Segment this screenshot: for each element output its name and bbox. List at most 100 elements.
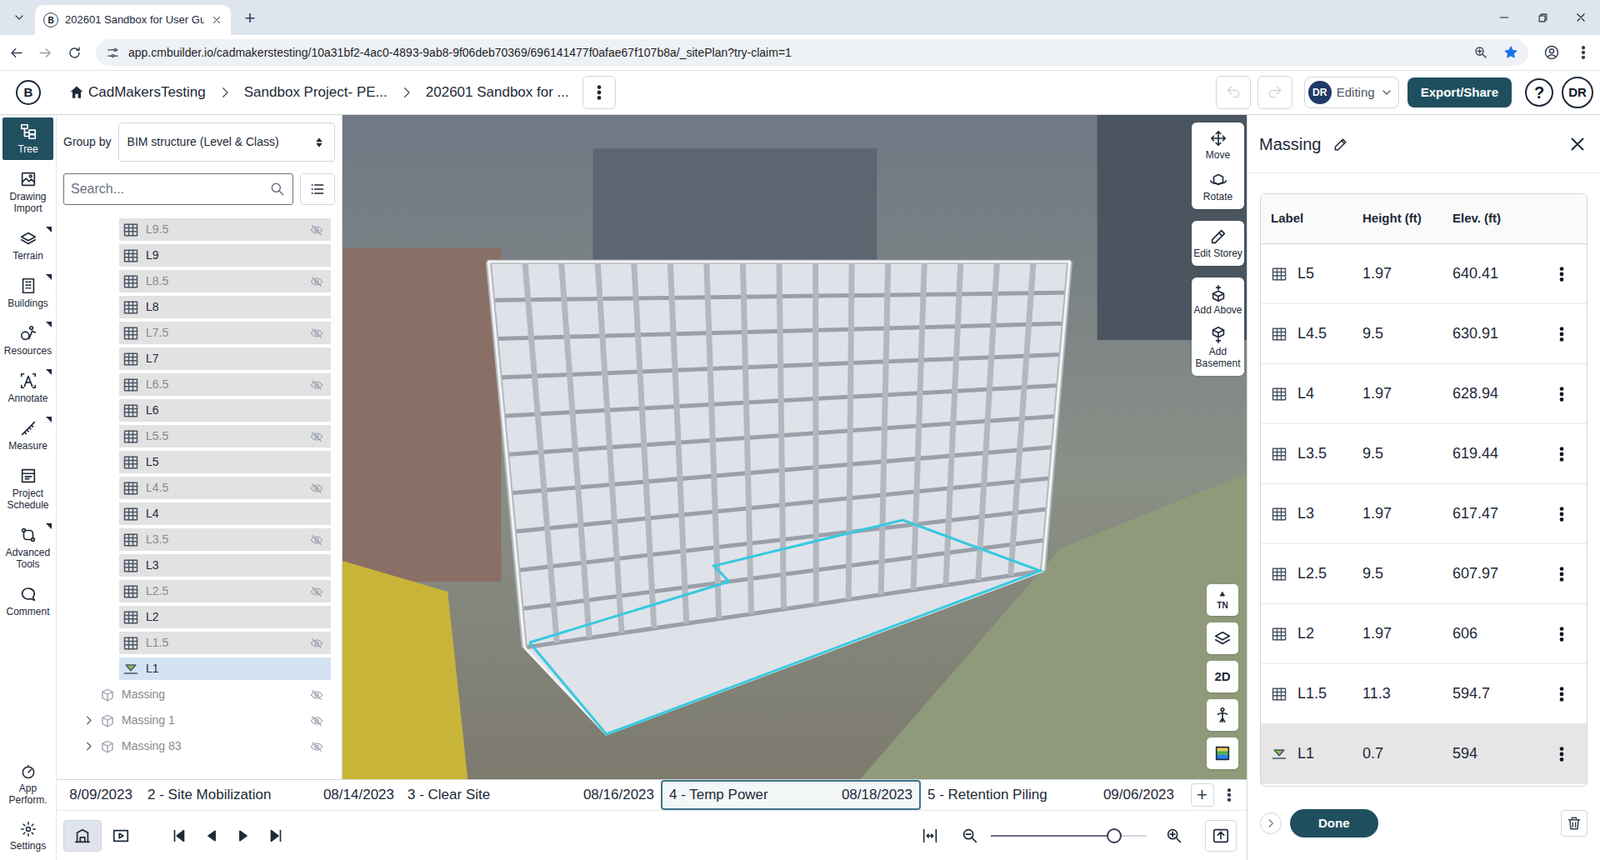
visibility-toggle[interactable] [309,429,325,445]
rail-item[interactable]: Buildings [2,271,54,315]
visibility-toggle[interactable] [309,584,325,600]
browser-tab[interactable]: B202601 Sandbox for User Guid [35,5,231,35]
visibility-toggle[interactable] [309,222,325,238]
tool-button[interactable]: Add Above [1191,279,1245,321]
rail-item[interactable]: Drawing Import [2,165,54,220]
table-row[interactable]: L21.97606 [1260,604,1587,665]
tab-list-button[interactable] [6,5,32,30]
rail-item[interactable]: Comment [2,580,54,623]
project-menu-button[interactable] [582,75,616,110]
mode-dropdown[interactable]: DREditing [1304,76,1400,109]
help-button[interactable]: ? [1525,78,1554,107]
expand-toggle[interactable] [80,738,97,755]
close-panel-button[interactable] [1566,133,1589,155]
visibility-toggle[interactable] [309,480,325,496]
row-menu[interactable] [1536,385,1587,404]
row-menu[interactable] [1536,565,1587,584]
rail-item[interactable]: Tree [2,117,54,160]
export-share-button[interactable]: Export/Share [1407,77,1512,108]
rail-item[interactable]: Measure [2,414,54,457]
visibility-toggle[interactable] [309,300,325,315]
row-menu[interactable] [1536,445,1587,464]
tree-item[interactable]: L1 [119,657,331,680]
table-row[interactable]: L2.59.5607.97 [1260,544,1587,605]
expand-toggle[interactable] [80,686,97,704]
tree-item[interactable]: L1.5 [119,631,331,655]
collapse-button[interactable] [1260,812,1282,835]
timeline-menu[interactable] [1220,786,1238,804]
row-menu[interactable] [1536,745,1587,764]
timeline-task[interactable]: 3 - Clear Site08/16/2023 [400,780,661,810]
timeline-task[interactable]: 4 - Temp Power08/18/2023 [660,780,921,810]
tree-item[interactable]: L9 [119,244,331,267]
timeline-task[interactable]: 5 - Retention Piling09/06/2023 [920,780,1181,810]
tree-item[interactable]: Massing 83 [80,735,331,758]
visibility-toggle[interactable] [309,532,325,548]
bookmark-star[interactable] [1503,45,1519,60]
table-row[interactable]: L41.97628.94 [1260,364,1587,425]
north-button[interactable]: TN [1206,584,1239,616]
play-button[interactable] [235,827,252,845]
timeline-task[interactable]: 2 - Site Mobilization08/14/2023 [140,780,401,810]
search-input[interactable] [70,179,265,200]
zoom-out-button[interactable] [960,826,980,845]
profile-button[interactable] [1543,44,1560,61]
tool-button[interactable]: Add Basement [1191,320,1245,375]
tree-item[interactable]: L6.5 [119,373,331,396]
tree-item[interactable]: L7 [119,347,331,370]
layers-button[interactable] [1206,622,1239,655]
visibility-toggle[interactable] [309,377,325,393]
visibility-toggle[interactable] [309,610,325,625]
row-menu[interactable] [1536,505,1587,524]
tree-item[interactable]: L8.5 [119,270,331,293]
tree-item[interactable]: L2 [119,605,331,629]
visibility-toggle[interactable] [309,506,325,522]
reload-button[interactable] [66,45,83,61]
rail-item[interactable]: Project Schedule [2,461,54,516]
group-by-select[interactable]: BIM structure (Level & Class) [118,122,335,162]
view-mode-button[interactable] [63,820,102,852]
mode-2d-button[interactable]: 2D [1206,660,1239,693]
zoom-thumb[interactable] [1106,828,1122,844]
filter-button[interactable] [300,173,335,205]
visibility-toggle[interactable] [309,325,325,341]
tree-item[interactable]: L4.5 [119,476,331,500]
zoom-slider[interactable] [990,835,1147,837]
tool-button[interactable]: Move [1191,124,1245,166]
table-row[interactable]: L3.59.5619.44 [1260,424,1587,485]
maximize-button[interactable] [1523,0,1562,35]
redo-button[interactable] [1257,75,1293,110]
url-field[interactable]: app.cmbuilder.io/cadmakerstesting/10a31b… [95,39,1529,66]
tab-close[interactable] [210,14,223,26]
rail-item[interactable]: Terrain [2,224,54,267]
viewport[interactable]: MoveRotateEdit StoreyAdd AboveAdd Baseme… [342,115,1247,780]
visibility-toggle[interactable] [309,661,325,677]
breadcrumb[interactable]: Sandbox Project- PE... [244,81,388,104]
tree-item[interactable]: L7.5 [119,321,331,345]
visibility-toggle[interactable] [309,713,325,729]
visibility-toggle[interactable] [309,274,325,290]
minimize-button[interactable] [1485,0,1524,35]
visibility-toggle[interactable] [309,635,325,651]
tree-item[interactable]: L6 [119,399,331,422]
visibility-toggle[interactable] [309,558,325,574]
tree-item[interactable]: Massing 1 [80,709,331,732]
app-logo[interactable]: B [15,80,41,105]
row-menu[interactable] [1536,685,1587,704]
zoom-in-button[interactable] [1165,826,1184,845]
tree-item[interactable]: L5 [119,450,331,474]
scene-3d[interactable] [342,115,1247,780]
rail-item[interactable]: Advanced Tools [2,520,54,575]
rail-item[interactable]: Resources [2,319,54,362]
first-button[interactable] [170,826,189,845]
tree-item[interactable]: L3.5 [119,528,331,551]
expand-toggle[interactable] [80,712,97,730]
palette-button[interactable] [1206,737,1239,770]
tree-item[interactable]: L8 [119,295,331,319]
delete-button[interactable] [1560,810,1588,837]
tree-item[interactable]: L2.5 [119,580,331,603]
visibility-toggle[interactable] [309,351,325,367]
rail-item[interactable]: Settings [2,815,54,857]
done-button[interactable]: Done [1290,809,1379,838]
rail-item[interactable]: App Perform. [2,758,54,811]
